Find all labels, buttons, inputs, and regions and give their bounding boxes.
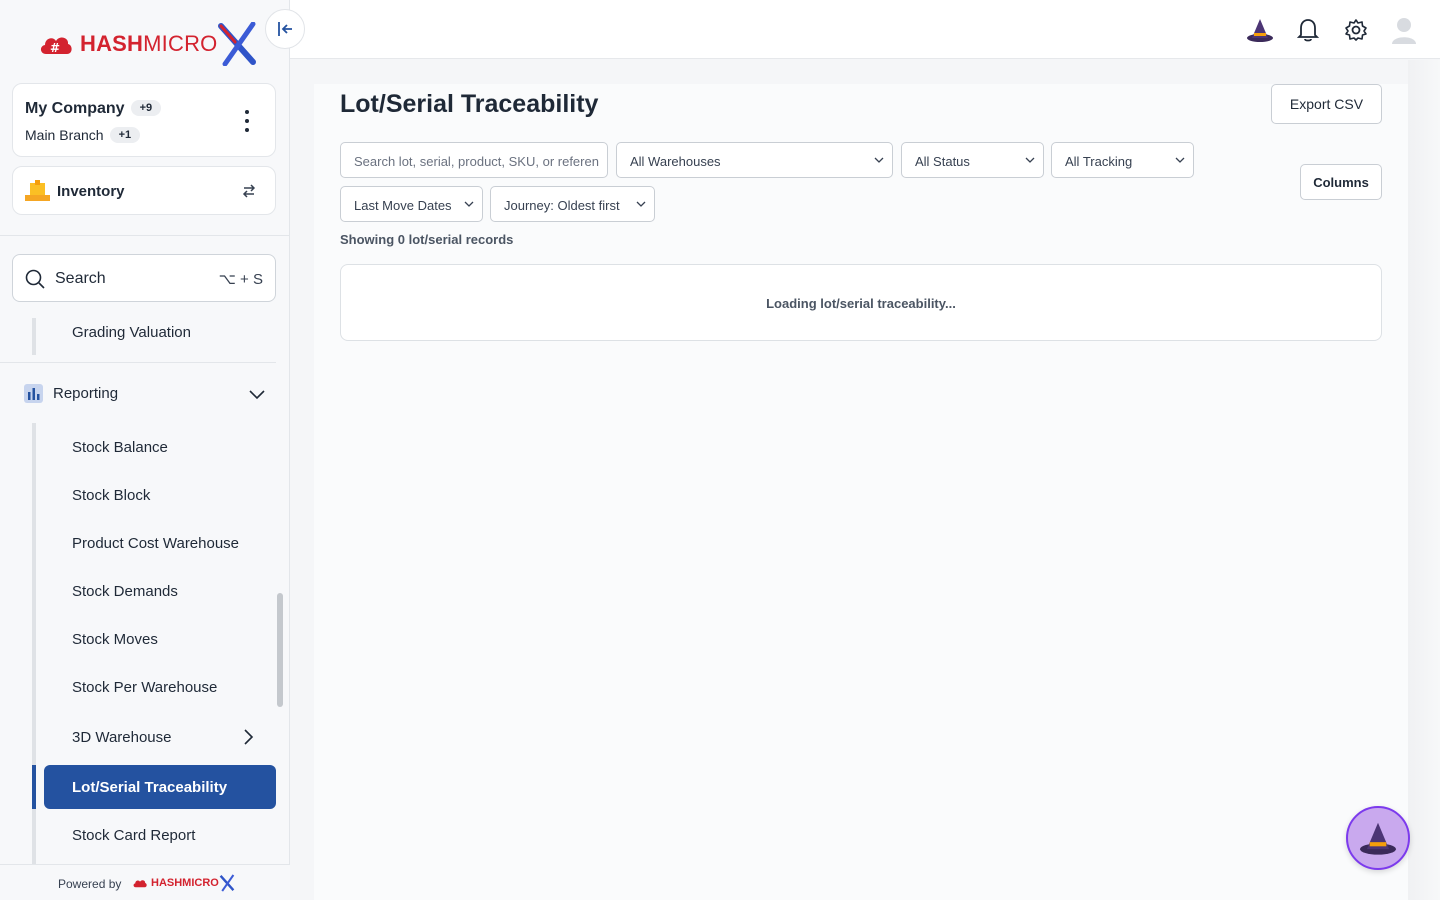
sidebar-item-stock-card-report[interactable]: Stock Card Report [72, 827, 195, 844]
sidebar-item-stock-moves[interactable]: Stock Moves [72, 631, 158, 648]
svg-text:#: # [50, 41, 60, 55]
sidebar-scrollbar[interactable] [277, 593, 283, 707]
bar-chart-icon [24, 384, 43, 403]
sidebar-item-grading-valuation[interactable]: Grading Valuation [72, 324, 191, 341]
brand-x-icon [218, 22, 257, 66]
bell-icon[interactable] [1294, 16, 1322, 44]
footer-brand-name: HASHMICRO [151, 877, 219, 889]
divider [0, 235, 290, 236]
sidebar: # HASHMICRO My Company +9 Main Branch +1 I… [0, 0, 290, 900]
sidebar-item-lot-serial-traceability[interactable]: Lot/Serial Traceability [44, 765, 276, 809]
journey-select[interactable]: Journey: Oldest first [490, 186, 655, 222]
tracking-select-value: All Tracking [1065, 154, 1133, 169]
active-item-label: Lot/Serial Traceability [72, 779, 228, 796]
wizard-hat-icon[interactable] [1246, 16, 1274, 44]
chevron-right-icon[interactable] [240, 728, 256, 746]
brand-x-icon [219, 874, 235, 892]
reporting-label: Reporting [53, 385, 119, 402]
powered-by-label: Powered by [58, 877, 122, 891]
chevron-down-icon [249, 390, 265, 400]
assistant-button[interactable] [1346, 806, 1410, 870]
sidebar-search[interactable]: Search ⌥ + S [12, 254, 276, 302]
status-select[interactable]: All Status [901, 142, 1044, 178]
record-count: Showing 0 lot/serial records [340, 232, 514, 247]
wizard-hat-icon [1360, 822, 1396, 855]
brand-name: HASHMICRO [80, 31, 218, 56]
company-switcher[interactable]: My Company +9 Main Branch +1 [12, 83, 276, 157]
status-select-value: All Status [915, 154, 970, 169]
chevron-down-icon [1175, 157, 1185, 163]
search-placeholder: Search lot, serial, product, SKU, or ref… [354, 154, 599, 169]
warehouse-select[interactable]: All Warehouses [616, 142, 893, 178]
brand-logo[interactable]: # HASHMICRO [38, 22, 257, 66]
collapse-icon [278, 22, 292, 36]
active-indicator [32, 765, 36, 809]
inventory-icon [25, 180, 50, 201]
journey-select-value: Journey: Oldest first [504, 198, 620, 213]
dates-select-value: Last Move Dates [354, 198, 452, 213]
chevron-down-icon [874, 157, 884, 163]
page-edge [1408, 60, 1440, 900]
dates-select[interactable]: Last Move Dates [340, 186, 483, 222]
cloud-logo-icon [133, 880, 147, 888]
footer-logo: HASHMICRO [132, 873, 235, 893]
chevron-down-icon [464, 201, 474, 207]
columns-button[interactable]: Columns [1300, 164, 1382, 200]
collapse-sidebar-button[interactable] [265, 9, 305, 49]
branch-count-badge: +1 [109, 127, 141, 143]
warehouse-select-value: All Warehouses [630, 154, 721, 169]
avatar-icon[interactable] [1390, 16, 1418, 44]
company-count-badge: +9 [130, 100, 162, 116]
sidebar-footer: Powered by HASHMICRO [0, 864, 290, 900]
kebab-icon[interactable] [237, 110, 257, 132]
divider [0, 362, 276, 363]
export-csv-button[interactable]: Export CSV [1271, 84, 1382, 124]
sidebar-item-stock-per-warehouse[interactable]: Stock Per Warehouse [72, 679, 217, 696]
sidebar-item-stock-demands[interactable]: Stock Demands [72, 583, 178, 600]
company-name: My Company +9 [25, 100, 162, 118]
search-label: Search [55, 270, 106, 287]
loading-message: Loading lot/serial traceability... [766, 296, 956, 311]
top-bar [290, 0, 1440, 59]
chevron-down-icon [636, 201, 646, 207]
sidebar-item-3d-warehouse[interactable]: 3D Warehouse [72, 729, 172, 746]
page-title: Lot/Serial Traceability [340, 90, 599, 118]
switch-icon[interactable] [241, 183, 257, 199]
results-panel: Loading lot/serial traceability... [340, 264, 1382, 341]
tracking-select[interactable]: All Tracking [1051, 142, 1194, 178]
sidebar-section-reporting[interactable]: Reporting [24, 383, 270, 405]
sidebar-item-stock-block[interactable]: Stock Block [72, 487, 150, 504]
chevron-down-icon [1025, 157, 1035, 163]
search-shortcut: ⌥ + S [218, 271, 263, 288]
branch-name: Main Branch +1 [25, 127, 141, 143]
menu-indent-line [32, 318, 36, 355]
gear-icon[interactable] [1342, 16, 1370, 44]
module-switcher[interactable]: Inventory [12, 166, 276, 215]
cloud-logo-icon: # [40, 37, 72, 55]
module-label: Inventory [57, 183, 125, 200]
search-input[interactable]: Search lot, serial, product, SKU, or ref… [340, 142, 608, 178]
sidebar-item-product-cost-warehouse[interactable]: Product Cost Warehouse [72, 535, 239, 552]
sidebar-item-stock-balance[interactable]: Stock Balance [72, 439, 168, 456]
search-icon [25, 269, 45, 289]
